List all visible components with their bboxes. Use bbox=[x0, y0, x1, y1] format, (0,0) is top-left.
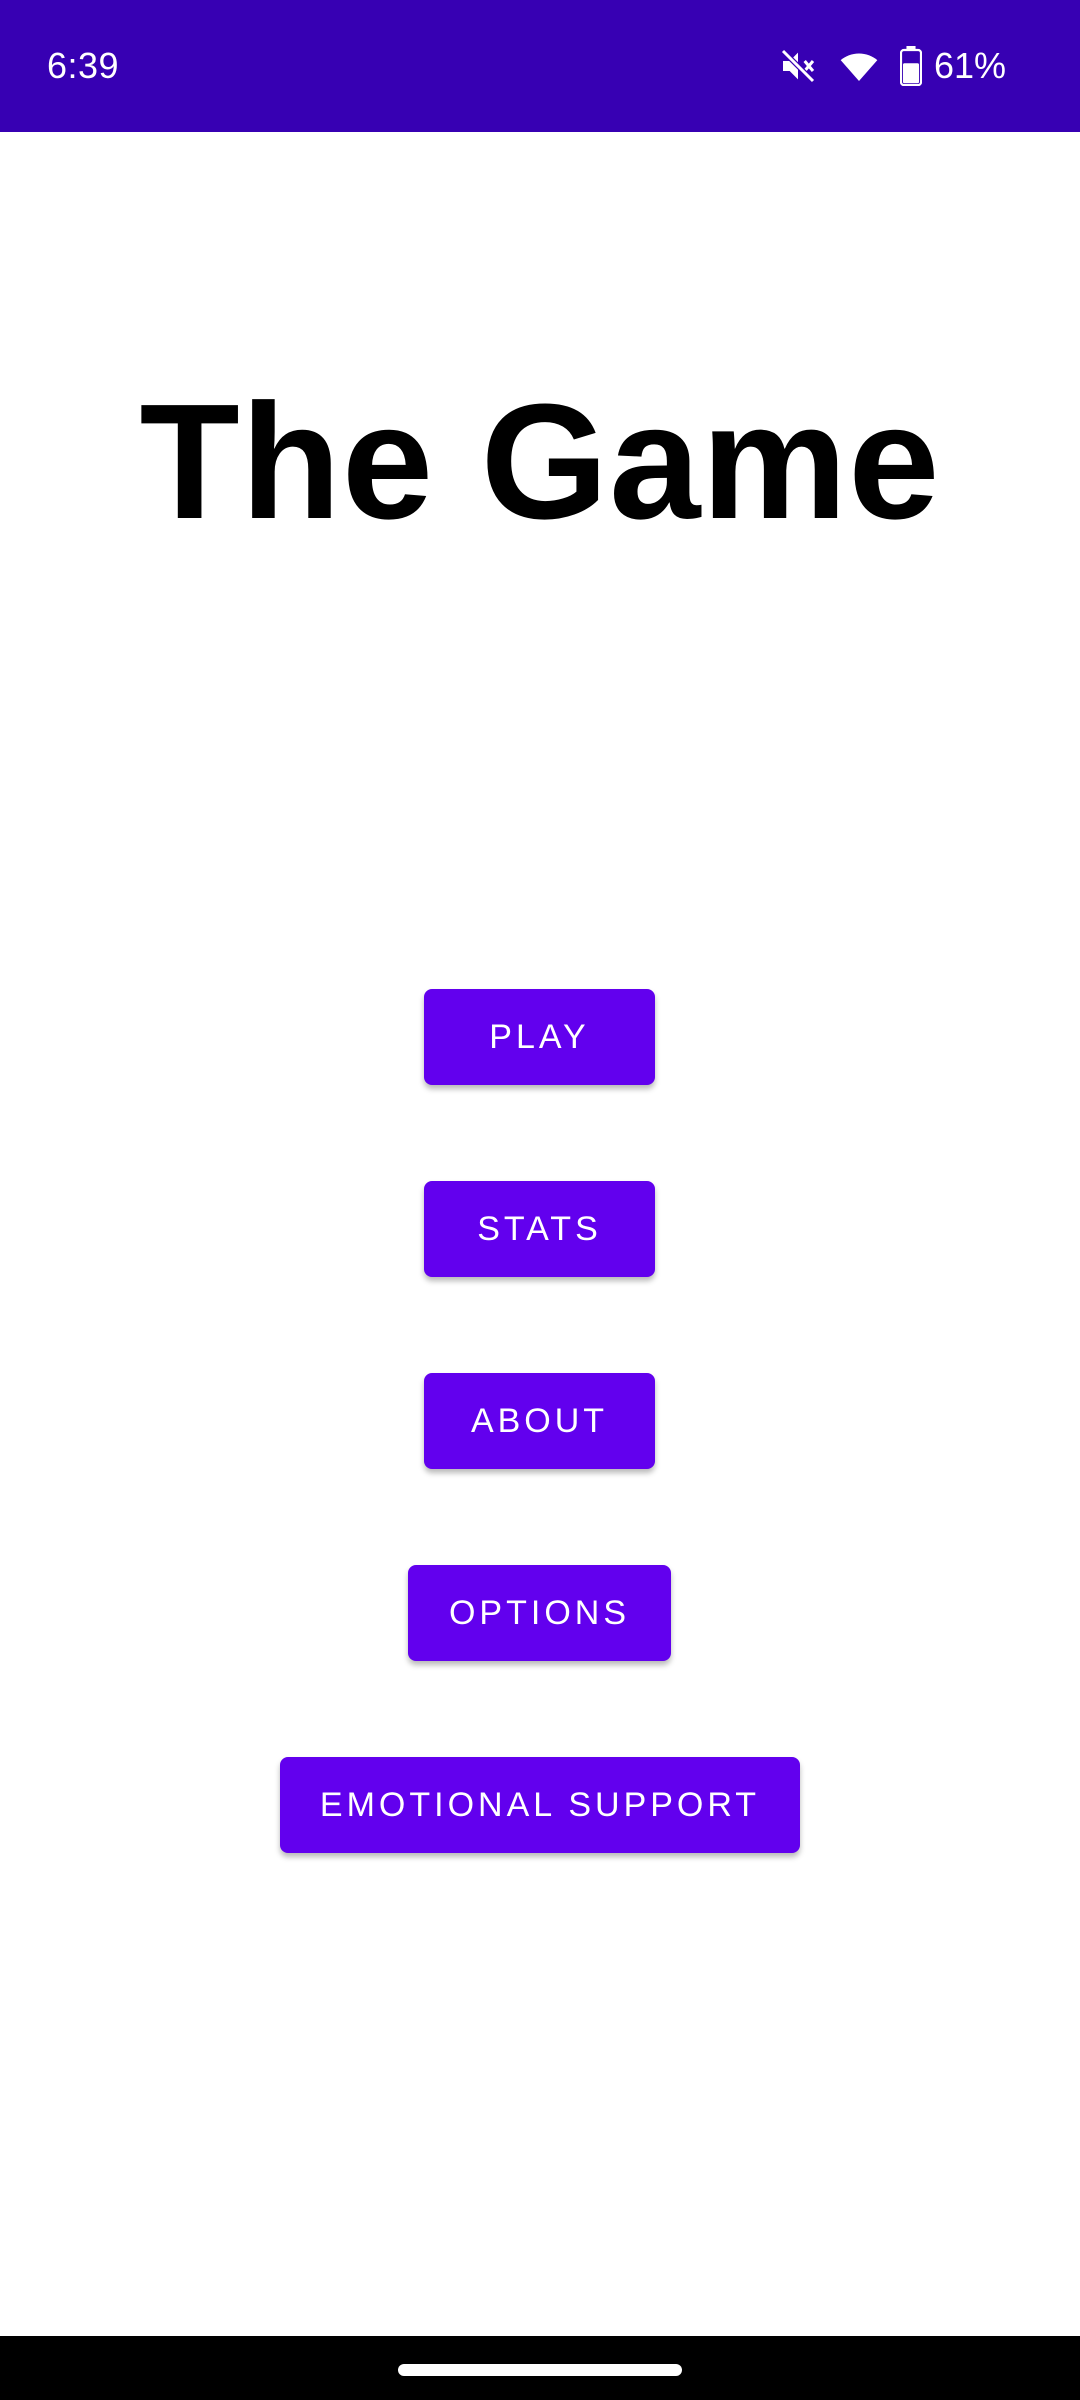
about-button[interactable]: ABOUT bbox=[424, 1373, 655, 1469]
navigation-bar bbox=[0, 2336, 1080, 2400]
battery-icon bbox=[899, 46, 922, 86]
stats-button[interactable]: STATS bbox=[424, 1181, 655, 1277]
options-button[interactable]: OPTIONS bbox=[408, 1565, 671, 1661]
wifi-icon bbox=[838, 46, 880, 86]
main-menu-screen: 6:39 61% The Game PLAY STATS ABOUT OPTIO… bbox=[0, 0, 1080, 2400]
status-time: 6:39 bbox=[47, 45, 120, 86]
status-bar: 6:39 61% bbox=[0, 0, 1080, 132]
status-icons: 61% bbox=[778, 40, 1006, 92]
play-button[interactable]: PLAY bbox=[424, 989, 655, 1085]
home-gesture-handle[interactable] bbox=[398, 2364, 682, 2376]
emotional-support-button[interactable]: EMOTIONAL SUPPORT bbox=[280, 1757, 800, 1853]
game-title: The Game bbox=[139, 369, 941, 553]
battery-percent: 61% bbox=[933, 45, 1006, 86]
mute-icon bbox=[778, 46, 818, 86]
